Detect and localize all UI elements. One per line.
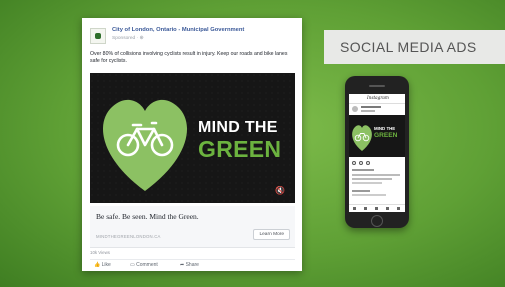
likes-line [352,169,374,171]
instagram-tab-bar [349,204,405,212]
learn-more-button[interactable]: Learn More [253,229,290,240]
comment-icon[interactable] [359,161,363,165]
share-icon: ➦ [180,262,185,268]
like-label: Like [101,262,111,268]
comment-icon: ▭ [130,262,135,268]
page-name[interactable]: City of London, Ontario - Municipal Gove… [112,27,244,33]
instagram-post-header [352,105,402,113]
page-logo[interactable] [90,28,106,44]
phone-screen: Instagram MIND THE GREEN [349,94,405,212]
add-tab-icon[interactable] [375,207,378,210]
comment-label: Comment [136,262,158,268]
instagram-title: Instagram [367,95,389,100]
caption-line [352,178,392,180]
activity-tab-icon[interactable] [386,207,389,210]
send-icon[interactable] [366,161,370,165]
image-headline-line1: MIND THE [198,119,278,136]
ad-headline[interactable]: Be safe. Be seen. Mind the Green. [96,212,199,221]
sponsored-label: Sponsored · ⊕ [112,36,144,41]
phone-mockup: Instagram MIND THE GREEN [345,76,409,228]
caption-line [352,194,386,196]
post-account-line [361,106,381,108]
share-button[interactable]: ➦ Share [180,262,199,268]
instagram-top-bar: Instagram [349,94,405,104]
action-bar: 👍 Like ▭ Comment ➦ Share [90,259,295,269]
home-tab-icon[interactable] [353,207,356,210]
mute-icon[interactable]: 🔇 [275,186,285,195]
phone-image-line1: MIND THE [374,126,396,131]
ad-image[interactable]: MIND THE GREEN 🔇 [90,73,295,203]
avatar [352,106,358,112]
phone-image-line2: GREEN [374,132,398,139]
ad-url: MINDTHEGREENLONDON.CA [96,234,161,239]
image-headline-line2: GREEN [198,136,282,162]
share-label: Share [185,262,199,268]
facebook-ad-card: City of London, Ontario - Municipal Gove… [82,18,302,271]
section-badge: SOCIAL MEDIA ADS [324,30,505,64]
like-button[interactable]: 👍 Like [94,262,111,268]
caption-line [352,182,382,184]
caption-line [352,174,400,176]
post-text: Over 80% of collisions involving cyclist… [90,51,288,64]
badge-label: SOCIAL MEDIA ADS [340,39,477,55]
instagram-ad-image[interactable]: MIND THE GREEN [349,115,405,157]
post-header: City of London, Ontario - Municipal Gove… [90,26,295,46]
link-caption[interactable]: Be safe. Be seen. Mind the Green. MINDTH… [90,206,295,248]
post-location-line [361,110,375,112]
home-button[interactable] [371,215,383,227]
account-line [352,190,370,192]
view-count: 10k Views [90,250,110,255]
heart-icon[interactable] [352,161,356,165]
like-icon: 👍 [94,262,101,268]
search-tab-icon[interactable] [364,207,367,210]
phone-speaker [369,85,385,87]
comment-button[interactable]: ▭ Comment [130,262,158,268]
profile-tab-icon[interactable] [397,207,400,210]
